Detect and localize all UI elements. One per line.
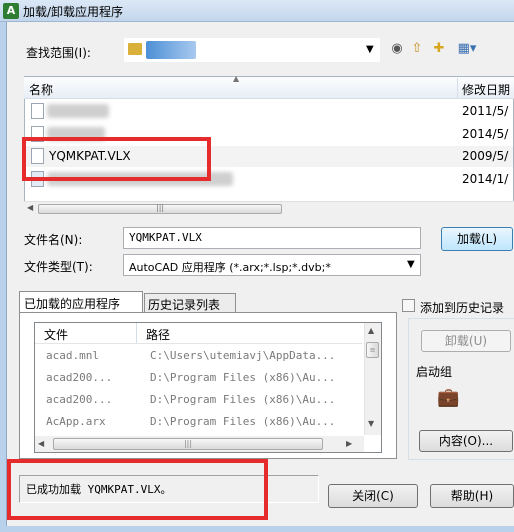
file-name-redacted bbox=[47, 104, 109, 118]
filetype-label: 文件类型(T): bbox=[24, 260, 93, 274]
header-divider bbox=[35, 343, 362, 344]
list-item[interactable]: acad200... D:\Program Files (x86)\Au... bbox=[46, 389, 366, 411]
chevron-down-icon[interactable]: ▼ bbox=[407, 259, 415, 270]
highlight-box-file bbox=[22, 137, 211, 181]
scroll-up-icon[interactable]: ▲ bbox=[368, 326, 374, 335]
list-item[interactable]: acad.mnl C:\Users\utemiavj\AppData... bbox=[46, 345, 366, 367]
sort-arrow-icon: ▲ bbox=[233, 74, 240, 83]
list-item-file: acad200... bbox=[46, 393, 113, 406]
lookin-label: 查找范围(I): bbox=[26, 46, 91, 60]
list-item[interactable]: acad200... D:\Program Files (x86)\Au... bbox=[46, 367, 366, 389]
column-header-date[interactable]: 修改日期 bbox=[462, 81, 510, 98]
scroll-right-icon[interactable]: ▶ bbox=[346, 439, 352, 448]
scrollbar-thumb[interactable]: ≡ bbox=[366, 342, 379, 358]
startup-group-label: 启动组 bbox=[416, 365, 453, 379]
help-button[interactable]: 帮助(H) bbox=[430, 484, 514, 508]
file-date: 2011/5/ bbox=[462, 104, 509, 118]
column-header-name[interactable]: 名称 bbox=[29, 81, 53, 98]
column-header-path[interactable]: 路径 bbox=[146, 326, 170, 343]
list-item-path: D:\Program Files (x86)\Au... bbox=[150, 393, 336, 406]
file-row[interactable]: 2011/5/ bbox=[25, 101, 513, 122]
window-title: 加载/卸载应用程序 bbox=[23, 5, 124, 19]
folder-icon bbox=[128, 43, 142, 55]
unload-button[interactable]: 卸载(U) bbox=[421, 330, 511, 352]
add-history-label[interactable]: 添加到历史记录 bbox=[420, 299, 504, 316]
file-date: 2014/5/ bbox=[462, 127, 509, 141]
filename-label: 文件名(N): bbox=[24, 233, 83, 247]
column-header-file[interactable]: 文件 bbox=[44, 326, 68, 343]
file-date: 2009/5/ bbox=[462, 149, 509, 163]
autocad-icon: A bbox=[3, 3, 19, 19]
new-folder-icon[interactable]: ✚ bbox=[430, 40, 448, 58]
scroll-left-icon[interactable]: ◀ bbox=[38, 439, 44, 448]
tab-loaded-apps[interactable]: 已加载的应用程序 bbox=[19, 291, 143, 313]
list-item-path: D:\Program Files (x86)\Au... bbox=[150, 371, 336, 384]
column-separator[interactable] bbox=[457, 78, 458, 98]
contents-button[interactable]: 内容(O)... bbox=[419, 430, 513, 452]
file-date: 2014/1/ bbox=[462, 172, 509, 186]
list-item[interactable]: AcApp.arx D:\Program Files (x86)\Au... bbox=[46, 411, 366, 433]
load-button[interactable]: 加载(L) bbox=[441, 227, 513, 251]
scroll-down-icon[interactable]: ▼ bbox=[368, 419, 374, 428]
file-list-header bbox=[24, 77, 514, 99]
filetype-select[interactable]: AutoCAD 应用程序 (*.arx;*.lsp;*.dvb;* bbox=[123, 254, 421, 276]
up-folder-icon[interactable]: ⇧ bbox=[408, 40, 426, 58]
highlight-box-status bbox=[7, 459, 268, 520]
grip-icon: ||| bbox=[156, 203, 165, 212]
list-item-path: C:\Users\utemiavj\AppData... bbox=[150, 349, 336, 362]
list-item-file: acad200... bbox=[46, 371, 113, 384]
lookin-value bbox=[146, 41, 196, 59]
column-separator[interactable] bbox=[136, 323, 137, 343]
list-item-path: D:\Program Files (x86)\Au... bbox=[150, 415, 336, 428]
tab-history-list[interactable]: 历史记录列表 bbox=[144, 293, 236, 313]
close-button[interactable]: 关闭(C) bbox=[328, 484, 418, 508]
views-menu-icon[interactable]: ▦▾ bbox=[452, 40, 482, 58]
list-item-file: acad.mnl bbox=[46, 349, 99, 362]
scroll-left-icon[interactable]: ◀ bbox=[27, 203, 33, 212]
add-history-checkbox[interactable] bbox=[402, 299, 415, 312]
chevron-down-icon[interactable]: ▼ bbox=[366, 44, 374, 55]
list-item-file: AcApp.arx bbox=[46, 415, 106, 428]
back-icon[interactable]: ◉ bbox=[388, 40, 406, 58]
briefcase-icon[interactable]: 💼 bbox=[437, 388, 459, 408]
file-icon bbox=[31, 103, 44, 119]
scrollbar-thumb[interactable]: ||| bbox=[53, 438, 323, 450]
filename-input[interactable]: YQMKPAT.VLX bbox=[123, 227, 421, 249]
